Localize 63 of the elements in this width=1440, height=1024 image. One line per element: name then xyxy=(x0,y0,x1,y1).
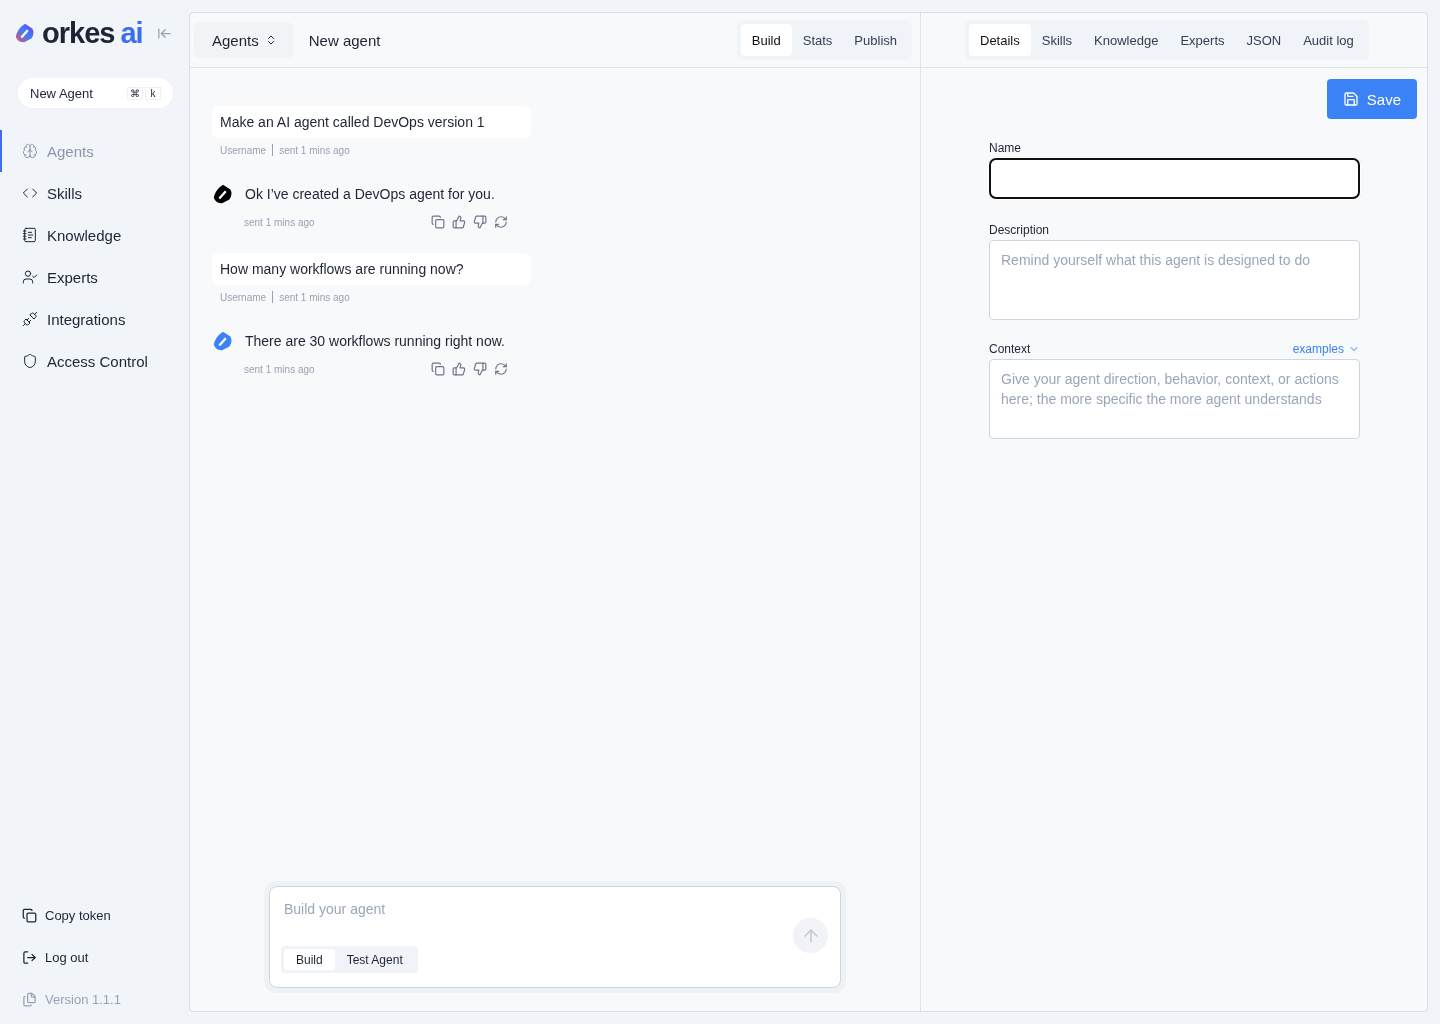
log-out-icon xyxy=(22,949,37,965)
name-input[interactable] xyxy=(989,158,1360,199)
brand-logo: orkes ai xyxy=(42,16,143,50)
nav-icon xyxy=(22,311,38,327)
tab[interactable]: Experts xyxy=(1169,24,1236,56)
field-label: Context xyxy=(989,342,1031,356)
mode-tab[interactable]: Test Agent xyxy=(334,949,415,970)
shortcut-key: k xyxy=(145,86,161,100)
field-label: Description xyxy=(989,223,1050,237)
agent-message: Ok I’ve created a DevOps agent for you. xyxy=(245,186,495,202)
thumbs-down-icon[interactable] xyxy=(473,362,487,376)
message-author: Username xyxy=(220,291,267,303)
thumbs-up-icon[interactable] xyxy=(452,215,466,229)
field-label: Name xyxy=(989,141,1021,155)
nav-icon xyxy=(22,353,38,369)
agent-logo-icon xyxy=(14,22,36,44)
save-button[interactable]: Save xyxy=(1326,79,1417,119)
shortcut-key: ⌘ xyxy=(127,86,143,100)
message-time: sent 1 mins ago xyxy=(279,144,350,156)
tab[interactable]: Build xyxy=(740,24,792,56)
sidebar-item[interactable]: Knowledge xyxy=(0,214,188,256)
thumbs-down-icon[interactable] xyxy=(473,215,487,229)
new-agent-button[interactable]: New Agent ⌘ k xyxy=(18,78,173,108)
copy-token-link[interactable]: Copy token xyxy=(0,894,188,936)
sidebar-item[interactable]: Access Control xyxy=(0,340,188,382)
examples-link[interactable]: examples xyxy=(1292,342,1360,356)
tab[interactable]: JSON xyxy=(1235,24,1293,56)
thumbs-up-icon[interactable] xyxy=(452,362,466,376)
tab[interactable]: Audit log xyxy=(1292,24,1365,56)
nav-icon xyxy=(22,227,38,243)
description-input[interactable]: Remind yourself what this agent is designed to do xyxy=(989,240,1360,320)
version-label: Version 1.1.1 xyxy=(0,978,188,1020)
refresh-icon[interactable] xyxy=(494,362,508,376)
files-icon xyxy=(22,991,37,1007)
tab[interactable]: Skills xyxy=(1030,24,1084,56)
page-title: New agent xyxy=(308,31,381,49)
log-out-link[interactable]: Log out xyxy=(0,936,188,978)
message-time: sent 1 mins ago xyxy=(244,216,315,228)
nav-icon xyxy=(22,143,38,159)
copy-icon[interactable] xyxy=(431,362,445,376)
nav-icon xyxy=(22,269,38,285)
save-icon xyxy=(1342,91,1359,107)
message-author: Username xyxy=(220,144,267,156)
nav-icon xyxy=(22,185,38,201)
tab[interactable]: Knowledge xyxy=(1083,24,1170,56)
message-time: sent 1 mins ago xyxy=(244,363,315,375)
tab[interactable]: Publish xyxy=(843,24,908,56)
copy-icon xyxy=(22,907,37,923)
message-time: sent 1 mins ago xyxy=(279,291,350,303)
sidebar-item[interactable]: Experts xyxy=(0,256,188,298)
user-message: How many workflows are running now? xyxy=(212,253,531,285)
refresh-icon[interactable] xyxy=(494,215,508,229)
mode-tab[interactable]: Build xyxy=(284,949,335,970)
agents-dropdown[interactable]: Agents xyxy=(194,22,293,58)
composer-field[interactable]: Build your agent Build Test Agent xyxy=(269,886,841,988)
sidebar-item[interactable]: Integrations xyxy=(0,298,188,340)
user-message: Make an AI agent called DevOps version 1 xyxy=(212,106,531,138)
context-input[interactable]: Give your agent direction, behavior, context, or actions here; the more specific the more agent understands xyxy=(989,359,1360,439)
copy-icon[interactable] xyxy=(431,215,445,229)
sidebar-item[interactable]: Skills xyxy=(0,172,188,214)
tab[interactable]: Stats xyxy=(791,24,844,56)
tab[interactable]: Details xyxy=(969,24,1031,56)
agent-message: There are 30 workflows running right now. xyxy=(245,333,505,349)
